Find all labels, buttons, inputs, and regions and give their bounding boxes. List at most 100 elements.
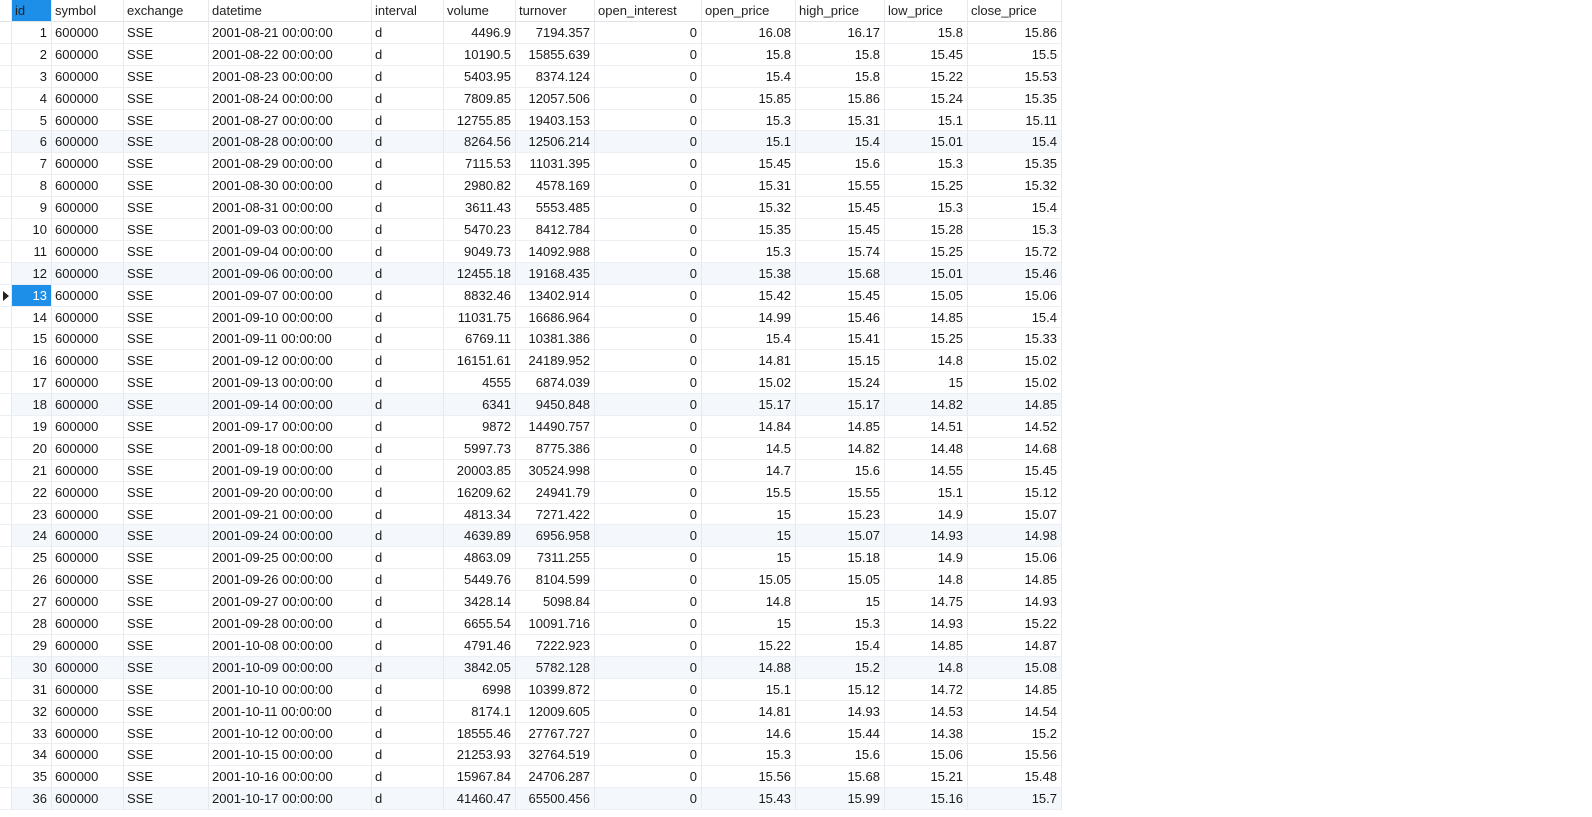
cell-turnover[interactable]: 8374.124: [516, 65, 595, 88]
cell-exchange[interactable]: SSE: [124, 197, 209, 220]
cell-interval[interactable]: d: [372, 700, 444, 723]
table-row[interactable]: 20 600000 SSE 2001-09-18 00:00:00 d 5997.73 87…: [0, 437, 1082, 460]
cell-datetime[interactable]: 2001-09-25 00:00:00: [209, 547, 372, 570]
row-gutter[interactable]: [0, 109, 12, 132]
cell-low-price[interactable]: 15.8: [885, 22, 968, 44]
cell-exchange[interactable]: SSE: [124, 416, 209, 438]
cell-id[interactable]: 25: [12, 547, 52, 570]
cell-datetime[interactable]: 2001-09-07 00:00:00: [209, 284, 372, 307]
cell-symbol[interactable]: 600000: [52, 394, 124, 417]
cell-volume[interactable]: 8832.46: [444, 284, 516, 307]
cell-open-price[interactable]: 15.5: [702, 481, 796, 504]
cell-id[interactable]: 31: [12, 678, 52, 701]
cell-turnover[interactable]: 15855.639: [516, 43, 595, 66]
cell-id[interactable]: 1: [12, 22, 52, 44]
cell-high-price[interactable]: 15.8: [796, 43, 885, 66]
cell-open-interest[interactable]: 0: [595, 525, 702, 548]
cell-close-price[interactable]: 14.87: [968, 634, 1062, 657]
cell-exchange[interactable]: SSE: [124, 284, 209, 307]
cell-volume[interactable]: 9049.73: [444, 240, 516, 263]
cell-interval[interactable]: d: [372, 547, 444, 570]
cell-id[interactable]: 18: [12, 394, 52, 417]
cell-low-price[interactable]: 15.05: [885, 284, 968, 307]
cell-turnover[interactable]: 4578.169: [516, 175, 595, 198]
cell-open-interest[interactable]: 0: [595, 700, 702, 723]
row-gutter[interactable]: [0, 700, 12, 723]
cell-volume[interactable]: 7809.85: [444, 87, 516, 110]
cell-id[interactable]: 30: [12, 656, 52, 679]
cell-open-interest[interactable]: 0: [595, 656, 702, 679]
table-row[interactable]: 31 600000 SSE 2001-10-10 00:00:00 d 6998 10399…: [0, 678, 1082, 701]
cell-volume[interactable]: 3611.43: [444, 197, 516, 220]
cell-close-price[interactable]: 15.32: [968, 175, 1062, 198]
cell-high-price[interactable]: 15.07: [796, 525, 885, 548]
row-gutter[interactable]: [0, 131, 12, 154]
row-gutter[interactable]: [0, 547, 12, 570]
cell-open-interest[interactable]: 0: [595, 459, 702, 482]
cell-open-interest[interactable]: 0: [595, 350, 702, 373]
cell-high-price[interactable]: 15.23: [796, 503, 885, 526]
cell-high-price[interactable]: 15.68: [796, 262, 885, 285]
cell-turnover[interactable]: 5098.84: [516, 591, 595, 614]
table-row[interactable]: 30 600000 SSE 2001-10-09 00:00:00 d 3842.05 57…: [0, 656, 1082, 679]
cell-high-price[interactable]: 15.46: [796, 306, 885, 329]
cell-volume[interactable]: 20003.85: [444, 459, 516, 482]
cell-volume[interactable]: 2980.82: [444, 175, 516, 198]
cell-exchange[interactable]: SSE: [124, 656, 209, 679]
cell-exchange[interactable]: SSE: [124, 262, 209, 285]
cell-volume[interactable]: 41460.47: [444, 788, 516, 811]
cell-datetime[interactable]: 2001-09-11 00:00:00: [209, 328, 372, 351]
cell-interval[interactable]: d: [372, 591, 444, 614]
cell-symbol[interactable]: 600000: [52, 197, 124, 220]
cell-open-interest[interactable]: 0: [595, 416, 702, 438]
cell-id[interactable]: 7: [12, 153, 52, 176]
cell-volume[interactable]: 6341: [444, 394, 516, 417]
cell-datetime[interactable]: 2001-09-27 00:00:00: [209, 591, 372, 614]
cell-volume[interactable]: 8264.56: [444, 131, 516, 154]
cell-exchange[interactable]: SSE: [124, 328, 209, 351]
cell-high-price[interactable]: 15.44: [796, 722, 885, 745]
cell-exchange[interactable]: SSE: [124, 766, 209, 789]
cell-volume[interactable]: 21253.93: [444, 744, 516, 767]
cell-open-price[interactable]: 15.8: [702, 43, 796, 66]
cell-volume[interactable]: 10190.5: [444, 43, 516, 66]
row-gutter[interactable]: [0, 240, 12, 263]
cell-datetime[interactable]: 2001-08-21 00:00:00: [209, 22, 372, 44]
cell-interval[interactable]: d: [372, 394, 444, 417]
cell-interval[interactable]: d: [372, 350, 444, 373]
cell-interval[interactable]: d: [372, 656, 444, 679]
cell-symbol[interactable]: 600000: [52, 416, 124, 438]
cell-close-price[interactable]: 15.06: [968, 547, 1062, 570]
cell-symbol[interactable]: 600000: [52, 678, 124, 701]
cell-volume[interactable]: 4791.46: [444, 634, 516, 657]
cell-exchange[interactable]: SSE: [124, 175, 209, 198]
cell-close-price[interactable]: 15.5: [968, 43, 1062, 66]
row-gutter[interactable]: [0, 744, 12, 767]
table-row[interactable]: 14 600000 SSE 2001-09-10 00:00:00 d 11031.75 1…: [0, 306, 1082, 329]
cell-id[interactable]: 21: [12, 459, 52, 482]
cell-open-interest[interactable]: 0: [595, 109, 702, 132]
cell-volume[interactable]: 5470.23: [444, 219, 516, 241]
cell-low-price[interactable]: 14.82: [885, 394, 968, 417]
table-row[interactable]: 22 600000 SSE 2001-09-20 00:00:00 d 16209.62 2…: [0, 481, 1082, 504]
row-gutter[interactable]: [0, 634, 12, 657]
cell-exchange[interactable]: SSE: [124, 700, 209, 723]
cell-interval[interactable]: d: [372, 43, 444, 66]
cell-symbol[interactable]: 600000: [52, 503, 124, 526]
cell-volume[interactable]: 5403.95: [444, 65, 516, 88]
cell-turnover[interactable]: 10381.386: [516, 328, 595, 351]
cell-id[interactable]: 13: [12, 284, 52, 307]
table-row[interactable]: 6 600000 SSE 2001-08-28 00:00:00 d 8264.56 125…: [0, 131, 1082, 154]
cell-interval[interactable]: d: [372, 634, 444, 657]
cell-id[interactable]: 20: [12, 437, 52, 460]
cell-symbol[interactable]: 600000: [52, 372, 124, 395]
column-header-low-price[interactable]: low_price: [885, 0, 968, 22]
cell-turnover[interactable]: 11031.395: [516, 153, 595, 176]
cell-open-interest[interactable]: 0: [595, 131, 702, 154]
cell-exchange[interactable]: SSE: [124, 437, 209, 460]
cell-volume[interactable]: 16151.61: [444, 350, 516, 373]
cell-symbol[interactable]: 600000: [52, 788, 124, 811]
cell-turnover[interactable]: 10399.872: [516, 678, 595, 701]
results-grid[interactable]: id symbol exchange datetime interval volume tu…: [0, 0, 1082, 817]
cell-turnover[interactable]: 10091.716: [516, 613, 595, 635]
